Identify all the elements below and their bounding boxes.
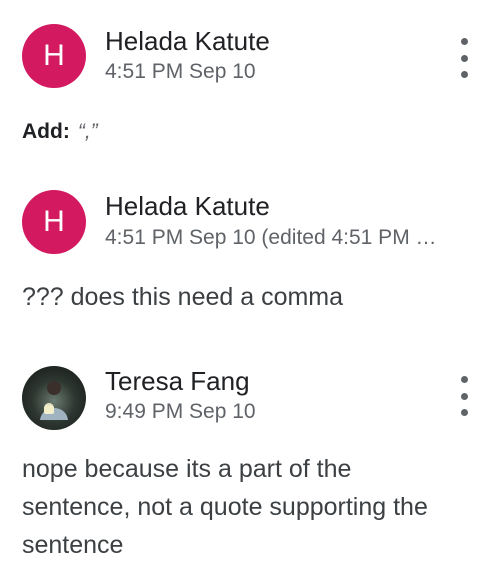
comment-timestamp: 9:49 PM Sep 10: [105, 400, 256, 423]
comment-text-line: sentence, not a quote supporting the: [22, 493, 428, 521]
comment-3: Teresa Fang 9:49 PM Sep 10 nope because …: [0, 0, 503, 576]
comment-text: nope because its a part of the sentence,…: [22, 450, 428, 564]
comment-text-line: sentence: [22, 531, 124, 559]
more-vert-icon[interactable]: [452, 376, 476, 416]
comment-text-line: nope because its a part of the: [22, 455, 352, 483]
user-photo-avatar-icon[interactable]: [22, 366, 86, 430]
comment-author: Teresa Fang: [105, 366, 250, 396]
person-photo-icon: [40, 381, 68, 420]
